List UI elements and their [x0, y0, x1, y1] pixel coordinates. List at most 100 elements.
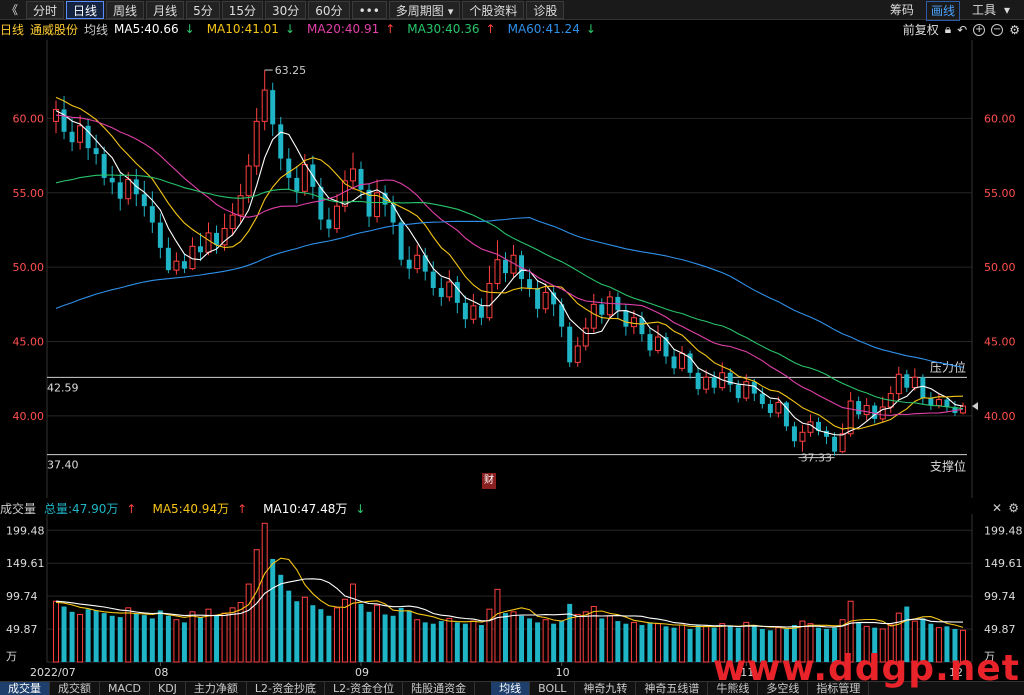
indicator-tab[interactable]: KDJ [150, 682, 186, 695]
candle-body [567, 326, 573, 363]
volume-bar [567, 603, 573, 662]
candle-body [654, 336, 661, 351]
volume-bar [149, 618, 155, 662]
candle-body [430, 271, 436, 288]
stock-info-button[interactable]: 个股资料 [462, 0, 525, 19]
volume-bar [77, 613, 84, 663]
candle-body [590, 303, 597, 329]
indicator-tab[interactable]: L2-资金抄底 [247, 682, 326, 695]
tab-monthly[interactable]: 月线 [146, 0, 185, 19]
candle-body [920, 377, 926, 399]
tab-daily[interactable]: 日线 [66, 0, 105, 19]
y-tick-left: 40.00 [13, 410, 45, 423]
candle-body [446, 281, 453, 298]
candle-body [895, 373, 902, 395]
chips-button[interactable]: 筹码 [886, 1, 918, 21]
candle-body [582, 327, 589, 347]
y-tick-right: 55.00 [984, 187, 1016, 200]
volume-bar [349, 583, 356, 663]
tab-intraday[interactable]: 分时 [26, 0, 65, 19]
multi-period-label: 多周期图 [395, 3, 444, 18]
indicator-tab[interactable]: 神奇九转 [575, 682, 637, 695]
candle-body [735, 384, 741, 399]
candle-body [928, 398, 934, 406]
candle-body [695, 372, 701, 390]
candle-body [125, 178, 132, 200]
volume-bar [687, 628, 693, 662]
indicator-tab[interactable]: 均线 [491, 682, 531, 695]
volume-bar [671, 627, 677, 662]
candle-body [301, 164, 308, 192]
candle-body [775, 402, 782, 414]
candle-body [141, 194, 147, 207]
indicator-tab[interactable]: MACD [100, 682, 150, 695]
volume-bar [390, 615, 396, 662]
candle-body [406, 259, 412, 269]
more-button[interactable]: ••• [351, 0, 387, 19]
volume-bar [301, 596, 308, 663]
finance-badge[interactable]: 财 [482, 473, 496, 489]
ma5-line [55, 110, 964, 436]
tools-label: 工具 [971, 3, 996, 17]
volume-bar [157, 610, 163, 662]
candle-body [623, 310, 629, 327]
volume-bar [109, 615, 115, 662]
tab-5min[interactable]: 5分 [186, 0, 220, 19]
volume-bar [125, 607, 132, 663]
y-tick-right: 45.00 [984, 336, 1016, 349]
candle-body [599, 304, 605, 315]
volume-bar [695, 625, 701, 662]
volume-bar [229, 607, 236, 663]
candle-body [470, 305, 477, 320]
tab-15min[interactable]: 15分 [221, 0, 263, 19]
volume-bar [582, 611, 589, 663]
indicator-tab[interactable]: 陆股通资金 [403, 682, 476, 695]
y-tick-left: 60.00 [13, 112, 45, 125]
volume-bar [117, 617, 123, 662]
volume-bar [53, 600, 60, 663]
volume-bar [615, 621, 621, 662]
indicator-tab[interactable]: 成交量 [0, 682, 50, 695]
volume-bar [61, 606, 67, 662]
vol-tick-right: 199.48 [984, 524, 1023, 537]
back-icon[interactable]: 《 [0, 1, 24, 19]
indicator-tab[interactable]: 神奇五线谱 [636, 682, 709, 695]
high-label: 63.25 [275, 64, 307, 77]
kline-chart[interactable]: 40.00 40.00 45.00 45.00 50.00 50.00 55.00 55.00… [0, 20, 1024, 498]
candle-body [935, 399, 942, 407]
volume-bar [494, 588, 501, 663]
tab-30min[interactable]: 30分 [265, 0, 307, 19]
indicator-tab[interactable]: L2-资金仓位 [325, 682, 404, 695]
candle-body [832, 436, 838, 452]
watermark: www.ddgp.net [712, 648, 1020, 689]
x-tick-label: 10 [556, 666, 570, 679]
vol-unit-left: 万 [6, 650, 17, 663]
volume-bar [69, 611, 75, 662]
indicator-tab[interactable]: 成交额 [50, 682, 100, 695]
y-tick-left: 45.00 [13, 336, 45, 349]
vol-tick-left: 199.48 [6, 524, 45, 537]
candle-body [542, 291, 549, 310]
tab-weekly[interactable]: 周线 [106, 0, 145, 19]
multi-period-dropdown[interactable]: 多周期图 ▾ [388, 0, 461, 19]
draw-line-button[interactable]: 画线 [925, 1, 960, 21]
candle-body [494, 259, 501, 285]
last-price-marker [972, 402, 978, 411]
candle-body [214, 232, 220, 245]
volume-bar [310, 605, 316, 662]
candle-body [270, 90, 276, 125]
volume-bar [318, 609, 324, 662]
tab-60min[interactable]: 60分 [308, 0, 350, 19]
volume-bar [101, 613, 107, 662]
vol-tick-right: 49.87 [984, 623, 1016, 636]
diagnose-button[interactable]: 诊股 [526, 0, 565, 19]
volume-bar [165, 615, 171, 662]
tools-button[interactable]: 工具 ▾ [968, 1, 1018, 21]
toolbar-right: 筹码 画线 工具 ▾ [886, 1, 1018, 21]
indicator-tab[interactable]: 主力净额 [186, 682, 247, 695]
candle-body [847, 400, 854, 435]
volume-bar [599, 618, 605, 662]
indicator-tab[interactable]: BOLL [530, 682, 576, 695]
volume-bar [181, 622, 187, 662]
candle-body [205, 232, 212, 253]
